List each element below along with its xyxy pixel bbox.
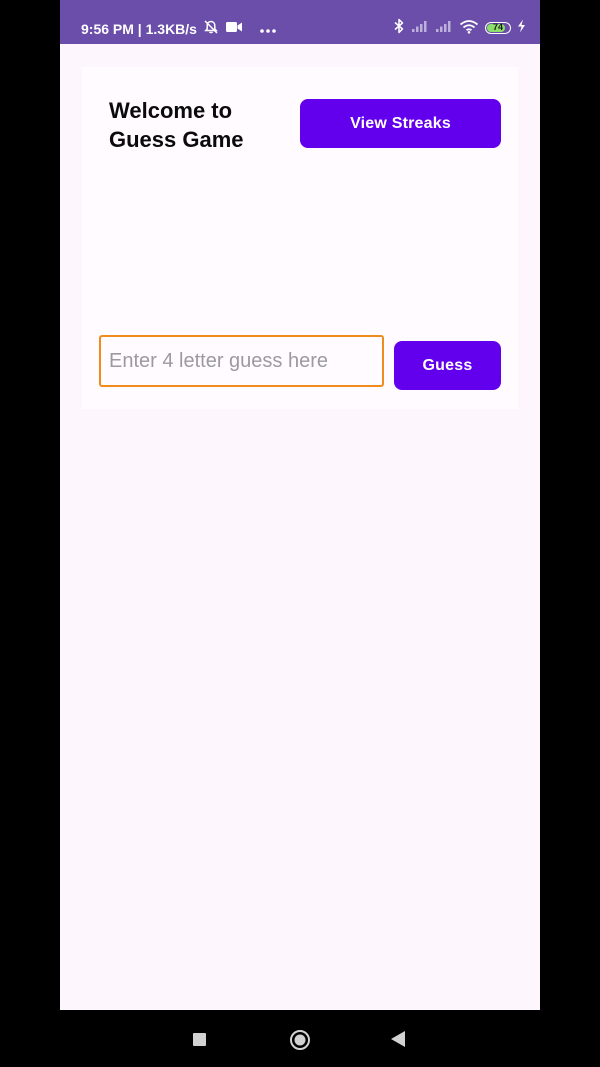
page-title: Welcome to Guess Game xyxy=(109,98,244,152)
game-card: Welcome to Guess Game View Streaks Guess xyxy=(82,67,518,409)
video-icon xyxy=(225,20,243,37)
battery-level: 74 xyxy=(492,22,503,32)
more-icon xyxy=(259,21,277,37)
status-bar: 9:56 PM | 1.3KB/s 74 xyxy=(60,0,540,44)
signal-icon xyxy=(435,19,453,36)
guess-button[interactable]: Guess xyxy=(394,341,501,390)
app-screen: 9:56 PM | 1.3KB/s 74 Welcome to Guess Ga… xyxy=(60,0,540,1010)
back-icon[interactable] xyxy=(391,1031,405,1047)
navigation-bar xyxy=(0,1010,600,1067)
view-streaks-button[interactable]: View Streaks xyxy=(300,99,501,148)
battery-icon: 74 xyxy=(485,21,511,34)
bluetooth-icon xyxy=(393,18,405,37)
alarm-off-icon xyxy=(203,19,219,38)
status-time-speed: 9:56 PM | 1.3KB/s xyxy=(81,20,197,37)
charging-icon xyxy=(517,19,526,36)
guess-input[interactable] xyxy=(99,335,384,387)
wifi-icon xyxy=(459,19,479,37)
home-icon[interactable] xyxy=(289,1029,311,1051)
signal-icon xyxy=(411,19,429,36)
recents-icon[interactable] xyxy=(193,1033,206,1046)
